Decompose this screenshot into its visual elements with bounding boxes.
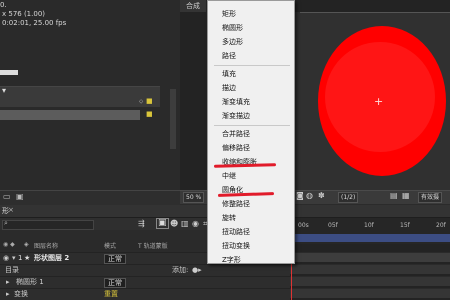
expand-arrow-icon[interactable]: ▾ [12,253,16,264]
tab-composition[interactable]: 合成 [180,0,206,12]
menu-item-wiggle-transform[interactable]: 扭动变换 [222,241,250,252]
ruler-tick: 05f [328,222,338,229]
project-scrollbar[interactable] [170,89,176,149]
new-folder-icon[interactable]: ▣ [16,192,24,201]
menu-item-merge-paths[interactable]: 合并路径 [222,129,250,140]
project-item-row[interactable] [0,110,140,120]
frame-blending-icon[interactable]: ▥ [181,219,189,228]
timeline-tracks[interactable] [290,244,450,300]
column-track-matte[interactable]: T 轨道蒙版 [138,241,168,250]
motion-blur-icon[interactable]: ◉ [192,219,199,228]
label-color-icon[interactable]: ■ [146,97,153,105]
project-panel: 0. x 576 (1.00) 0:02:01, 25.00 fps ▾ ⬦ ■… [0,0,180,205]
project-column-header [0,97,160,107]
layer-name[interactable]: 形状图层 2 [34,253,69,264]
group-mode-dropdown[interactable]: 正常 [104,278,126,288]
ruler-tick: 20f [436,222,446,229]
menu-item-zig-zag[interactable]: Z字形 [222,255,241,266]
menu-item-rectangle[interactable]: 矩形 [222,9,236,20]
contents-label: 目录 [5,266,19,274]
color-management-icon[interactable]: ✽ [318,191,325,200]
work-area-bar[interactable] [290,234,450,242]
sort-icon[interactable]: ⬦ [139,98,143,106]
menu-item-ellipse[interactable]: 椭圆形 [222,23,243,34]
transparency-grid-icon[interactable]: ▦ [402,191,410,200]
viewer-top-edge [300,12,450,13]
track-row [290,276,450,286]
menu-item-twist[interactable]: 旋转 [222,213,236,224]
contents-row[interactable]: 目录 添加: ●▸ [0,264,290,276]
zoom-dropdown[interactable]: 50 % [183,192,205,203]
project-thumbnail [0,70,18,75]
snapshot-icon[interactable]: ◙ [296,191,304,200]
timeline-search-input[interactable] [2,220,94,230]
menu-separator [214,125,290,126]
track-row [290,288,450,298]
menu-item-path[interactable]: 路径 [222,51,236,62]
column-layer-name[interactable]: 图层名称 [34,241,58,250]
search-icon: ⌕ [4,219,8,227]
comp-flowchart-icon[interactable]: ⇶ [138,219,145,228]
project-search-bar[interactable] [0,86,160,97]
add-label: 添加: [172,266,189,274]
ruler-tick: 10f [364,222,374,229]
resolution-dropdown[interactable]: (1/2) [338,192,359,203]
add-menu-icon[interactable]: ●▸ [192,265,202,276]
ruler-tick: 15f [400,222,410,229]
menu-item-stroke[interactable]: 描边 [222,83,236,94]
add-context-menu: 矩形 椭圆形 多边形 路径 填充 描边 渐变填充 渐变描边 合并路径 偏移路径 … [207,0,295,264]
menu-item-repeater[interactable]: 中继 [222,171,236,182]
anchor-point-icon[interactable]: + [374,96,383,107]
search-icon: ▾ [2,86,7,95]
project-info-line-1: 0. [0,1,7,9]
hide-shy-layers-icon[interactable]: ☻ [170,219,178,228]
project-info-line-3: 0:02:01, 25.00 fps [2,19,67,27]
layer-number: 1 [18,254,23,262]
menu-item-gradient-fill[interactable]: 渐变填充 [222,97,250,108]
highlight-underline [217,192,275,197]
shape-group-name[interactable]: 椭圆形 1 [16,277,44,288]
expand-arrow-icon[interactable]: ▸ [6,277,10,288]
project-info-line-2: x 576 (1.00) [2,10,46,18]
column-mode[interactable]: 模式 [104,241,116,250]
menu-item-offset-paths[interactable]: 偏移路径 [222,143,250,154]
close-icon[interactable]: × [8,206,14,214]
star-icon: ★ [24,254,31,262]
eye-icon[interactable]: ◉ [3,253,9,264]
menu-item-trim-paths[interactable]: 修整路径 [222,199,250,210]
ruler-tick: 00s [298,222,309,229]
label-color-icon: ■ [146,110,153,118]
view-dropdown[interactable]: 有效摄 [418,192,443,203]
track-row [290,264,450,274]
region-of-interest-icon[interactable]: ▤ [390,191,398,200]
expand-arrow-icon[interactable]: ▸ [6,289,10,300]
show-channel-icon[interactable]: ◍ [306,191,313,200]
project-footer [0,190,180,205]
transform-label: 变换 [14,290,28,298]
menu-item-wiggle-paths[interactable]: 扭动路径 [222,227,250,238]
menu-item-fill[interactable]: 填充 [222,69,236,80]
layer-mode-dropdown[interactable]: 正常 [104,254,126,264]
menu-separator [214,65,290,66]
label-icon: ◈ [24,241,29,248]
layer-duration-bar[interactable] [290,252,450,262]
draft-3d-icon[interactable]: ▣ [156,218,169,229]
menu-item-polygon[interactable]: 多边形 [222,37,243,48]
reset-link[interactable]: 重置 [104,289,118,300]
menu-item-gradient-stroke[interactable]: 渐变描边 [222,111,250,122]
shape-group-row[interactable]: ▸ 椭圆形 1 正常 [0,276,290,288]
transform-row[interactable]: ▸ 变换 重置 [0,288,290,300]
interpret-footage-icon[interactable]: ▭ [3,192,11,201]
av-switches-icon: ◉ ◆ [3,241,15,248]
